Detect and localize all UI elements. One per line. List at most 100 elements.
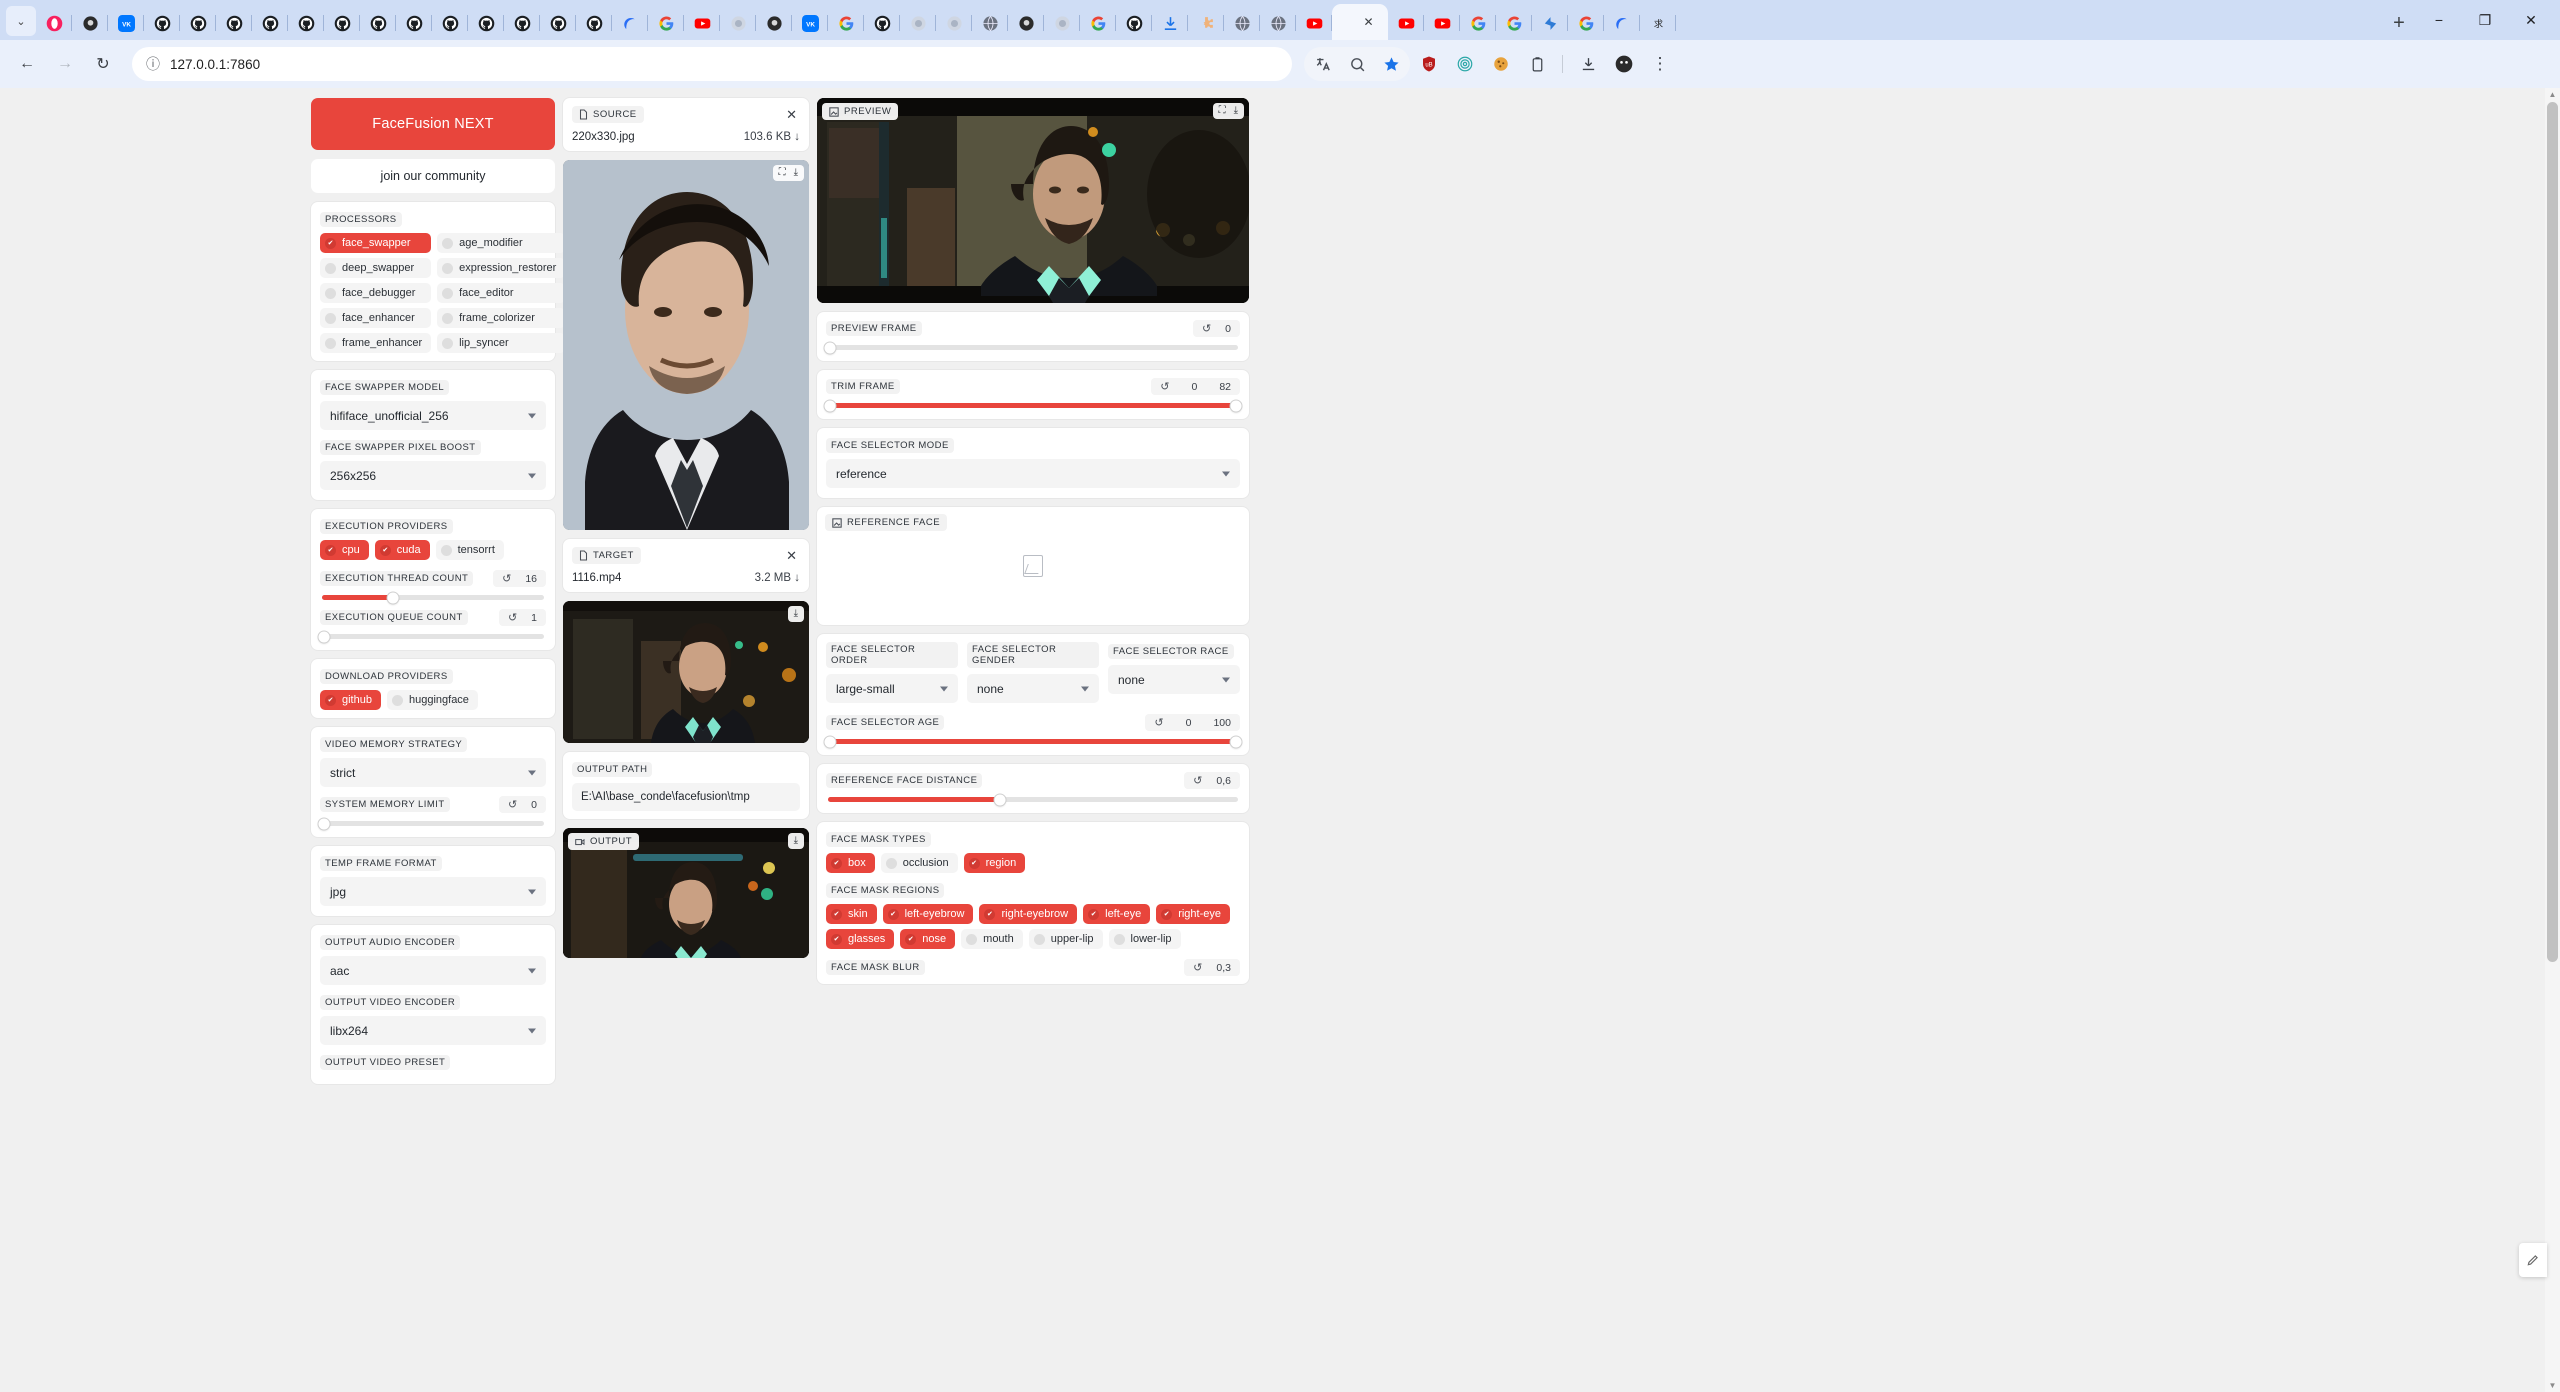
face-selector-mode-select[interactable]: reference [826,459,1240,488]
output-video-encoder-select[interactable]: libx264 [320,1016,546,1045]
trim-frame-slider[interactable] [824,400,1242,411]
target-clear-button[interactable]: ✕ [783,549,800,562]
browser-tab[interactable] [396,6,432,40]
download-provider-chip-github[interactable]: github [320,690,381,710]
download-icon[interactable]: ⤓ [791,608,801,620]
face-mask-region-chip-skin[interactable]: skin [826,904,877,924]
download-icon[interactable]: ↓ [794,131,800,143]
profile-icon[interactable] [1607,47,1641,81]
browser-tab[interactable] [1260,6,1296,40]
browser-tab[interactable] [180,6,216,40]
output-video-preview[interactable]: OUTPUT ⤓ [563,828,809,958]
browser-tab[interactable] [1604,6,1640,40]
reset-icon[interactable]: ↺ [1154,716,1163,729]
slider-knob-end[interactable] [1230,400,1242,411]
execution-provider-chip-tensorrt[interactable]: tensorrt [435,540,504,560]
browser-tab[interactable] [144,6,180,40]
processor-chip-expression_restorer[interactable]: expression_restorer [437,258,566,278]
new-tab-button[interactable]: + [2382,6,2416,40]
browser-tab[interactable] [1224,6,1260,40]
join-community-link[interactable]: join our community [311,159,555,193]
browser-tab[interactable] [540,6,576,40]
back-button[interactable]: ← [10,47,44,81]
scrollbar-thumb[interactable] [2547,102,2558,962]
target-video-preview[interactable]: ⤓ [563,601,809,743]
browser-tab[interactable] [576,6,612,40]
scroll-down-arrow[interactable]: ▼ [2545,1381,2560,1390]
browser-tab[interactable] [288,6,324,40]
close-window-button[interactable]: ✕ [2508,4,2554,36]
face-mask-region-chip-lower-lip[interactable]: lower-lip [1108,929,1181,949]
browser-tab[interactable] [936,6,972,40]
processor-chip-lip_syncer[interactable]: lip_syncer [437,333,566,353]
clipboard-icon[interactable] [1520,47,1554,81]
browser-tab[interactable] [504,6,540,40]
face-mask-region-chip-nose[interactable]: nose [900,929,956,949]
download-icon[interactable]: ↓ [794,572,800,584]
browser-tab[interactable] [864,6,900,40]
fullscreen-icon[interactable]: ⛶ [1216,105,1229,117]
browser-tab[interactable] [1152,6,1188,40]
browser-tab[interactable] [468,6,504,40]
face-mask-region-chip-glasses[interactable]: glasses [826,929,895,949]
preview-frame-slider[interactable] [824,342,1238,353]
maximize-button[interactable]: ❐ [2462,4,2508,36]
zoom-icon[interactable] [1340,47,1374,81]
slider-knob[interactable] [994,794,1006,805]
video-memory-strategy-select[interactable]: strict [320,758,546,787]
slider-knob[interactable] [824,342,836,353]
face-mask-region-chip-upper-lip[interactable]: upper-lip [1028,929,1103,949]
browser-tab[interactable] [648,6,684,40]
translate-icon[interactable] [1306,47,1340,81]
processor-chip-age_modifier[interactable]: age_modifier [437,233,566,253]
slider-knob-end[interactable] [1230,736,1242,747]
processor-chip-face_enhancer[interactable]: face_enhancer [320,308,432,328]
browser-tab[interactable] [252,6,288,40]
execution-thread-count-slider[interactable] [322,592,544,603]
browser-tab[interactable]: VK [792,6,828,40]
output-audio-encoder-select[interactable]: aac [320,956,546,985]
reset-icon[interactable]: ↺ [1160,380,1169,393]
browser-tab[interactable] [1424,6,1460,40]
slider-knob[interactable] [387,592,399,603]
browser-tab[interactable] [720,6,756,40]
scroll-up-arrow[interactable]: ▲ [2545,90,2560,99]
download-provider-chip-huggingface[interactable]: huggingface [386,690,478,710]
browser-tab[interactable] [1388,6,1424,40]
browser-tab[interactable] [360,6,396,40]
reload-button[interactable]: ↻ [86,47,120,81]
download-icon[interactable] [1571,47,1605,81]
face-mask-region-chip-left-eye[interactable]: left-eye [1083,904,1151,924]
browser-tab[interactable] [72,6,108,40]
reference-face-distance-slider[interactable] [828,794,1238,805]
reset-icon[interactable]: ↺ [1193,961,1202,974]
floating-side-widget[interactable] [2519,1243,2547,1277]
preview-panel[interactable]: PREVIEW ⛶ ⤓ [817,98,1249,303]
browser-tab[interactable] [684,6,720,40]
browser-tab[interactable] [36,6,72,40]
browser-tab[interactable] [1296,6,1332,40]
address-bar[interactable]: ⓘ 127.0.0.1:7860 [132,47,1292,81]
system-memory-limit-slider[interactable] [318,818,544,829]
browser-tab[interactable] [1460,6,1496,40]
browser-tab[interactable]: 求 [1640,6,1676,40]
browser-tab[interactable] [612,6,648,40]
tab-search-button[interactable]: ⌄ [6,6,36,36]
source-image-preview[interactable]: ⛶ ⤓ [563,160,809,530]
fingerprint-icon[interactable] [1448,47,1482,81]
face-selector-race-select[interactable]: none [1108,665,1240,694]
browser-tab[interactable] [828,6,864,40]
browser-tab[interactable] [756,6,792,40]
browser-tab-active[interactable]: ✕ [1332,4,1388,40]
face-mask-region-chip-left-eyebrow[interactable]: left-eyebrow [882,904,974,924]
browser-menu-icon[interactable]: ⋮ [1643,47,1677,81]
face-swapper-pixel-boost-select[interactable]: 256x256 [320,461,546,490]
forward-button[interactable]: → [48,47,82,81]
face-selector-order-select[interactable]: large-small [826,674,958,703]
face-mask-type-chip-box[interactable]: box [826,853,875,873]
browser-tab[interactable] [1532,6,1568,40]
face-mask-type-chip-occlusion[interactable]: occlusion [880,853,958,873]
execution-provider-chip-cuda[interactable]: cuda [374,540,430,560]
slider-knob-start[interactable] [824,400,836,411]
reset-icon[interactable]: ↺ [502,572,511,585]
